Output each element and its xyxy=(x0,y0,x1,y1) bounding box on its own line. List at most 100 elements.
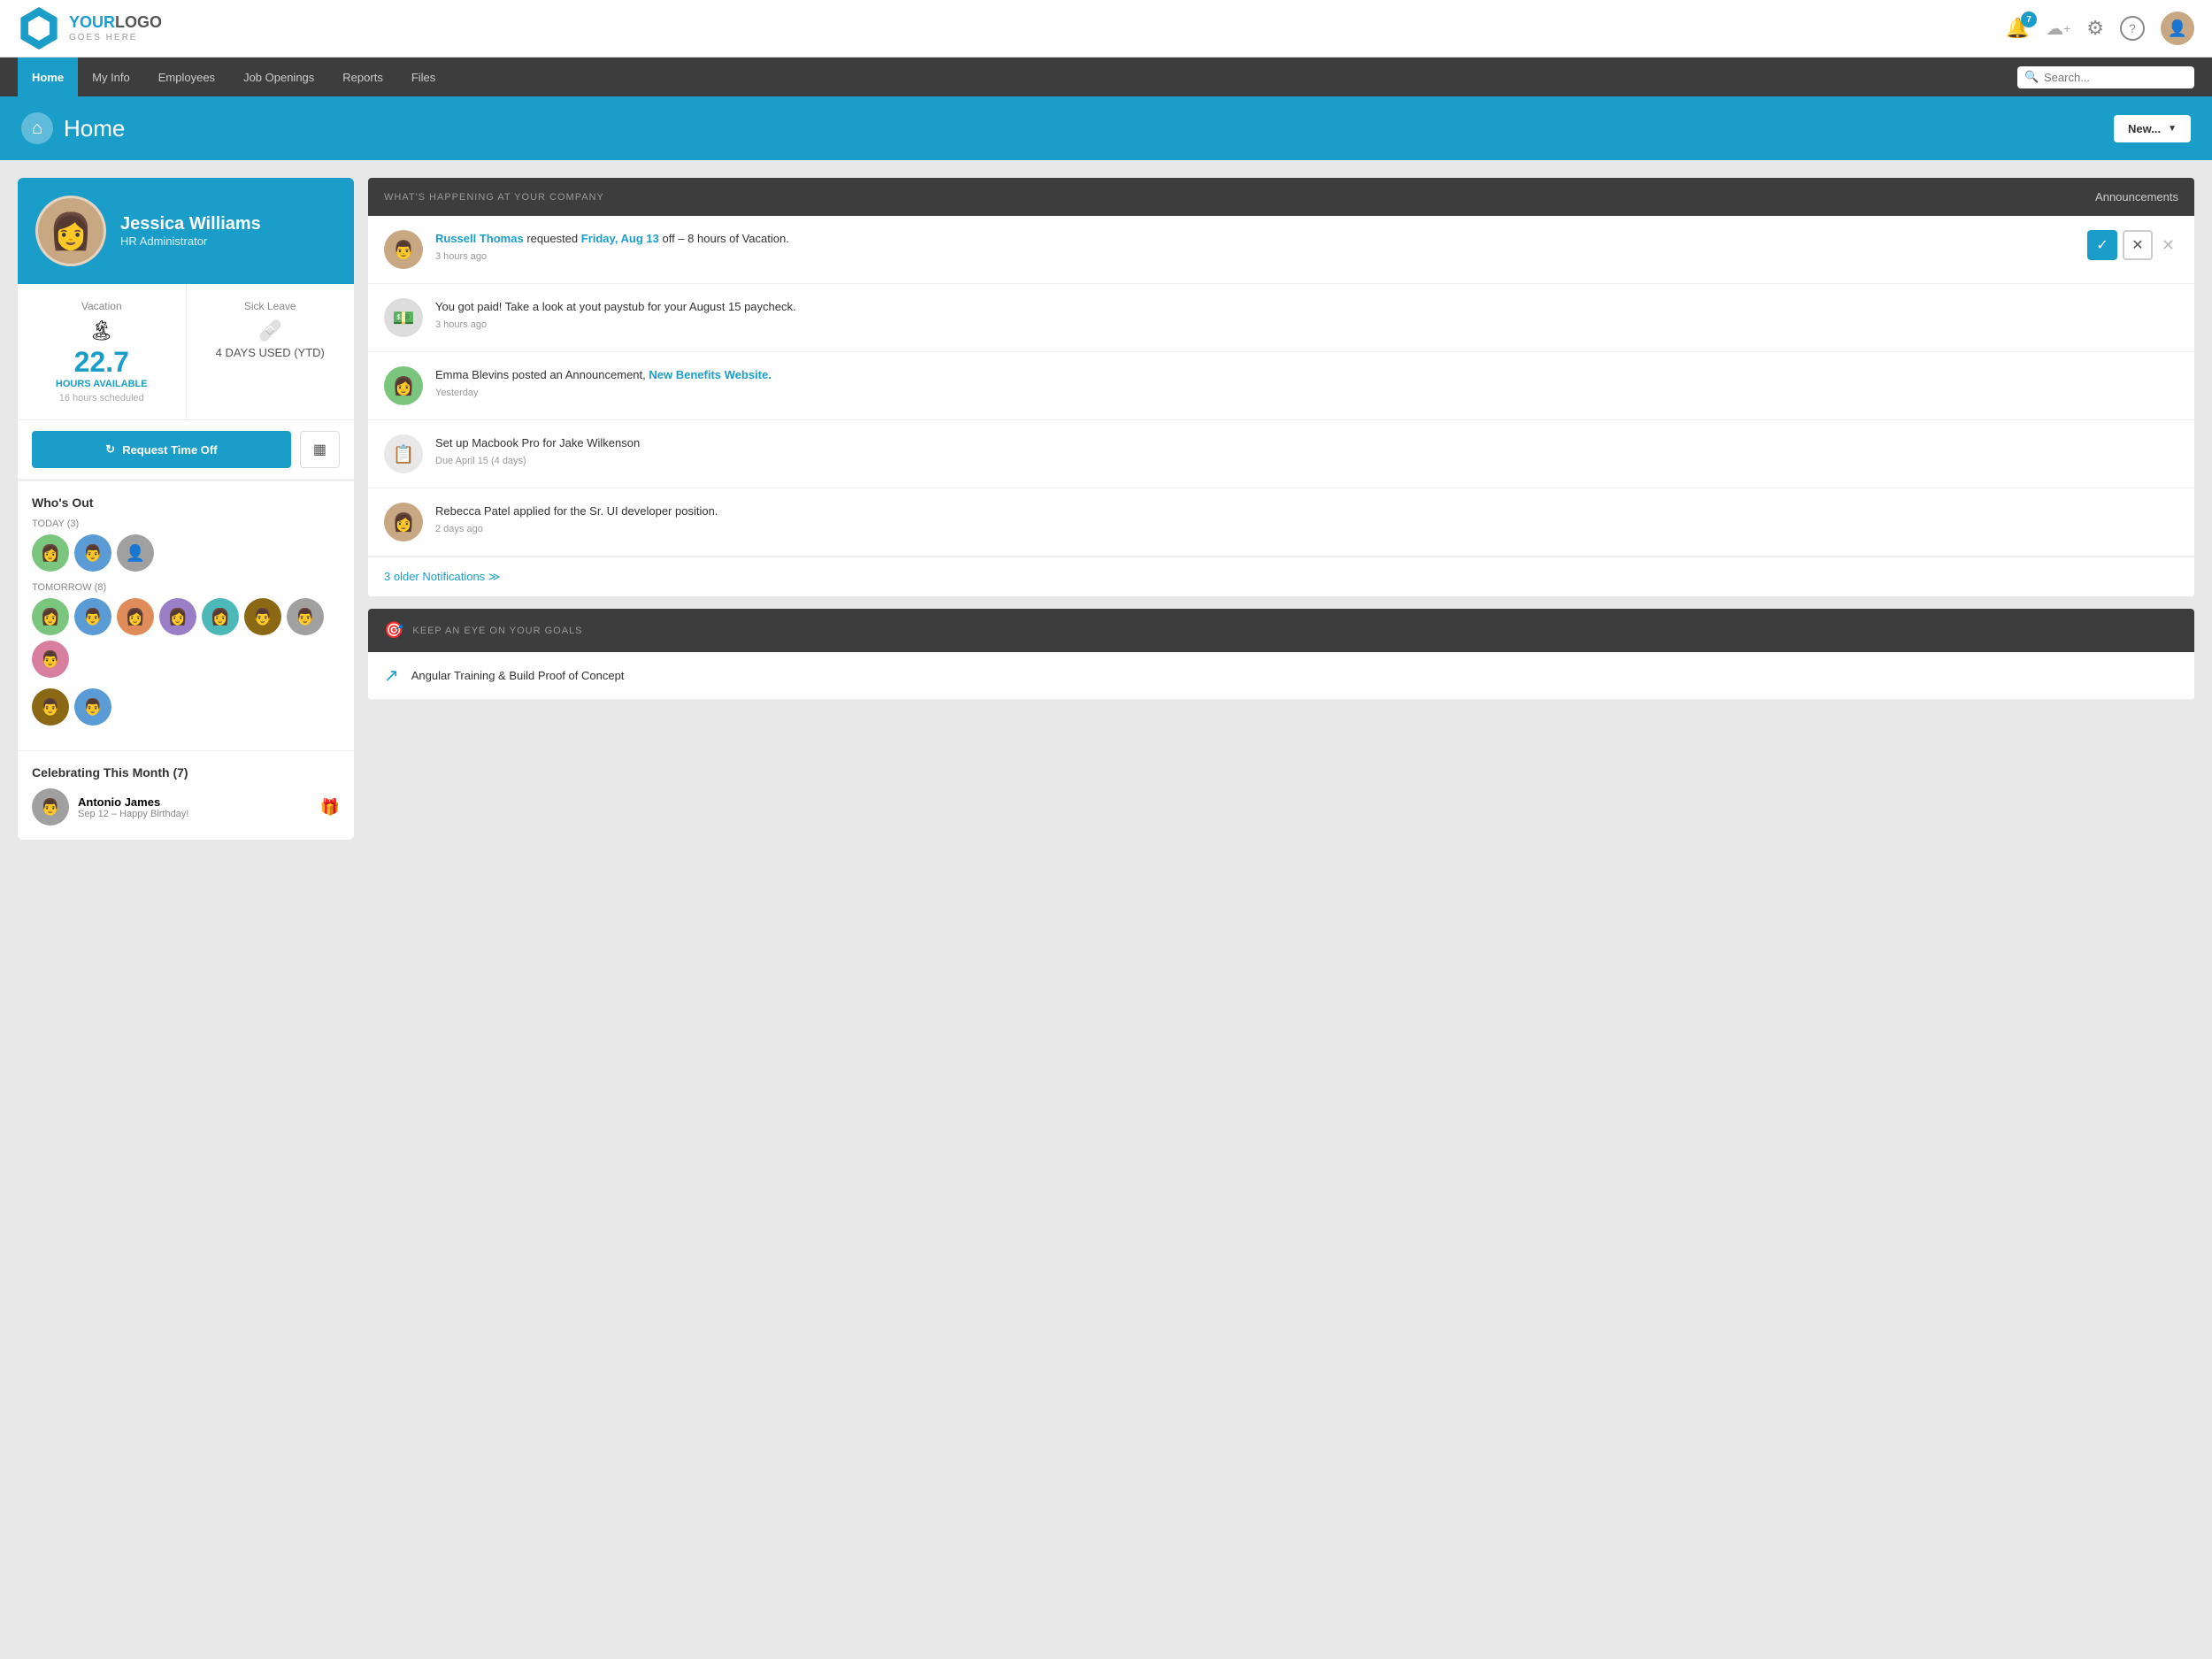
profile-avatar-icon: 👩 xyxy=(49,211,93,252)
help-button[interactable]: ? xyxy=(2120,16,2145,41)
notif-content-3: Emma Blevins posted an Announcement, New… xyxy=(435,366,2178,398)
celebrate-name: Antonio James xyxy=(78,795,188,809)
today-label: TODAY (3) xyxy=(32,518,340,529)
celebrate-avatar[interactable]: 👨 xyxy=(32,788,69,826)
notif-content-2: You got paid! Take a look at yout paystu… xyxy=(435,298,2178,330)
left-column: 👩 Jessica Williams HR Administrator Vaca… xyxy=(18,178,354,840)
notif-avatar-5: 👩 xyxy=(384,503,423,541)
user-avatar-icon: 👤 xyxy=(2168,19,2187,38)
vacation-icon: 🏝 xyxy=(34,319,170,342)
notif-time-4: Due April 15 (4 days) xyxy=(435,456,2178,466)
notification-badge: 7 xyxy=(2021,12,2037,27)
search-input[interactable] xyxy=(2017,66,2194,88)
sick-leave-col: Sick Leave 🩹 4 DAYS USED (YTD) xyxy=(187,284,355,419)
request-time-off-button[interactable]: ↻ Request Time Off xyxy=(32,431,291,468)
notif-name-link-1[interactable]: Russell Thomas xyxy=(435,232,524,245)
tomorrow-avatar-9[interactable]: 👨 xyxy=(32,688,69,726)
cloud-button[interactable]: ☁ + xyxy=(2046,18,2070,40)
nav-search-area: 🔍 xyxy=(2017,66,2194,88)
today-avatar-2[interactable]: 👨 xyxy=(74,534,111,572)
actions-bar: ↻ Request Time Off ▦ xyxy=(18,420,354,480)
new-button[interactable]: New... xyxy=(2114,115,2191,142)
user-avatar-top[interactable]: 👤 xyxy=(2161,12,2194,45)
nav-job-openings[interactable]: Job Openings xyxy=(229,58,328,96)
page-header: ⌂ Home New... xyxy=(0,96,2212,160)
notification-item-1: 👨 Russell Thomas requested Friday, Aug 1… xyxy=(368,216,2194,284)
older-notifications-link[interactable]: 3 older Notifications ≫ xyxy=(368,557,2194,596)
notif-text-1: Russell Thomas requested Friday, Aug 13 … xyxy=(435,230,2075,248)
vacation-scheduled: 16 hours scheduled xyxy=(34,393,170,403)
tomorrow-label: TOMORROW (8) xyxy=(32,582,340,593)
notification-item-5: 👩 Rebecca Patel applied for the Sr. UI d… xyxy=(368,488,2194,557)
sick-leave-days: 4 DAYS USED (YTD) xyxy=(203,346,339,359)
celebrate-info: Antonio James Sep 12 – Happy Birthday! xyxy=(78,795,188,819)
nav-bar: Home My Info Employees Job Openings Repo… xyxy=(0,58,2212,96)
right-column: WHAT'S HAPPENING AT YOUR COMPANY Announc… xyxy=(368,178,2194,840)
notifications-button[interactable]: 🔔 7 xyxy=(2006,17,2030,40)
logo-your-logo: YOURLOGO xyxy=(69,13,162,33)
whos-out-section: Who's Out TODAY (3) 👩 👨 👤 TOMORROW (8) 👩… xyxy=(18,480,354,750)
nav-my-info[interactable]: My Info xyxy=(78,58,144,96)
notif-content-4: Set up Macbook Pro for Jake Wilkenson Du… xyxy=(435,434,2178,466)
notif-text-2: You got paid! Take a look at yout paystu… xyxy=(435,298,2178,316)
logo-hex-icon xyxy=(18,7,60,50)
tomorrow-avatar-10[interactable]: 👨 xyxy=(74,688,111,726)
notif-avatar-3: 👩 xyxy=(384,366,423,405)
tomorrow-avatar-5[interactable]: 👩 xyxy=(202,598,239,635)
notif-text-4: Set up Macbook Pro for Jake Wilkenson xyxy=(435,434,2178,452)
calculator-icon: ▦ xyxy=(313,442,326,457)
tomorrow-avatar-7[interactable]: 👨 xyxy=(287,598,324,635)
logo-logo: LOGO xyxy=(115,13,162,31)
notif-text-3: Emma Blevins posted an Announcement, New… xyxy=(435,366,2178,384)
logo-hex-inner xyxy=(27,16,51,41)
nav-files[interactable]: Files xyxy=(397,58,449,96)
celebrate-date: Sep 12 – Happy Birthday! xyxy=(78,809,188,819)
profile-info: Jessica Williams HR Administrator xyxy=(120,214,261,248)
profile-card: 👩 Jessica Williams HR Administrator xyxy=(18,178,354,284)
tomorrow-avatars: 👩 👨 👩 👩 👩 👨 👨 👨 xyxy=(32,598,340,678)
goal-item-1: ↗ Angular Training & Build Proof of Conc… xyxy=(368,652,2194,700)
search-wrap: 🔍 xyxy=(2017,66,2194,88)
approve-button-1[interactable]: ✓ xyxy=(2087,230,2117,260)
calculator-button[interactable]: ▦ xyxy=(300,431,340,468)
main-content: 👩 Jessica Williams HR Administrator Vaca… xyxy=(0,160,2212,857)
goals-icon: 🎯 xyxy=(384,621,403,640)
left-bottom-card: Who's Out TODAY (3) 👩 👨 👤 TOMORROW (8) 👩… xyxy=(18,480,354,840)
nav-reports[interactable]: Reports xyxy=(328,58,397,96)
goals-header-title: KEEP AN EYE ON YOUR GOALS xyxy=(412,626,582,636)
cloud-plus-icon: + xyxy=(2063,21,2070,35)
nav-employees[interactable]: Employees xyxy=(144,58,229,96)
vacation-hours: 22.7 xyxy=(34,346,170,379)
request-label: Request Time Off xyxy=(122,443,217,457)
notif-avatar-4: 📋 xyxy=(384,434,423,473)
tomorrow-avatar-6[interactable]: 👨 xyxy=(244,598,281,635)
deny-button-1[interactable]: ✕ xyxy=(2123,230,2153,260)
goal-text-1: Angular Training & Build Proof of Concep… xyxy=(411,669,625,682)
notif-content-1: Russell Thomas requested Friday, Aug 13 … xyxy=(435,230,2075,262)
notif-time-3: Yesterday xyxy=(435,388,2178,398)
settings-button[interactable]: ⚙ xyxy=(2086,17,2104,40)
announcements-link[interactable]: Announcements xyxy=(2095,190,2178,204)
nav-home[interactable]: Home xyxy=(18,58,78,96)
vacation-label: Vacation xyxy=(34,300,170,312)
notif-content-5: Rebecca Patel applied for the Sr. UI dev… xyxy=(435,503,2178,534)
vacation-hours-label: HOURS AVAILABLE xyxy=(34,379,170,389)
notif-time-5: 2 days ago xyxy=(435,524,2178,534)
close-button-1[interactable]: ✕ xyxy=(2158,233,2178,258)
today-avatar-3[interactable]: 👤 xyxy=(117,534,154,572)
today-avatar-1[interactable]: 👩 xyxy=(32,534,69,572)
tomorrow-avatar-3[interactable]: 👩 xyxy=(117,598,154,635)
dollar-icon: 💵 xyxy=(393,307,415,329)
notif-time-1: 3 hours ago xyxy=(435,251,2075,262)
logo-text: YOURLOGO GOES HERE xyxy=(69,13,162,43)
logo-area: YOURLOGO GOES HERE xyxy=(18,7,162,50)
today-avatars: 👩 👨 👤 xyxy=(32,534,340,572)
tomorrow-avatar-1[interactable]: 👩 xyxy=(32,598,69,635)
profile-name: Jessica Williams xyxy=(120,214,261,234)
notifications-header-title: WHAT'S HAPPENING AT YOUR COMPANY xyxy=(384,192,604,203)
tomorrow-avatar-4[interactable]: 👩 xyxy=(159,598,196,635)
notif-avatar-2: 💵 xyxy=(384,298,423,337)
vacation-col: Vacation 🏝 22.7 HOURS AVAILABLE 16 hours… xyxy=(18,284,187,419)
tomorrow-avatar-8[interactable]: 👨 xyxy=(32,641,69,678)
tomorrow-avatar-2[interactable]: 👨 xyxy=(74,598,111,635)
